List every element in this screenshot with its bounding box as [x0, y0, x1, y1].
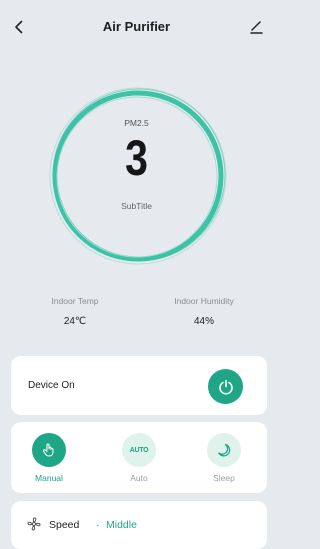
fan-icon — [27, 517, 41, 531]
mode-manual-icon-circle — [32, 433, 66, 467]
mode-sleep-label: Sleep — [213, 473, 235, 483]
device-on-label: Device On — [28, 380, 75, 391]
pencil-icon — [250, 21, 263, 34]
mode-auto-label: Auto — [130, 473, 148, 483]
mode-sleep-button[interactable]: Sleep — [194, 433, 254, 489]
indoor-humidity-value: 44% — [193, 316, 214, 327]
indoor-temp-label: Indoor Temp — [51, 296, 99, 306]
mode-auto-button[interactable]: AUTO Auto — [109, 433, 169, 489]
moon-icon — [218, 443, 231, 457]
mode-selector-card: Manual AUTO Auto Sleep — [11, 422, 267, 493]
pm25-label: PM2.5 — [124, 118, 149, 128]
pm25-value: 3 — [125, 130, 148, 186]
power-button[interactable] — [208, 369, 243, 404]
device-power-card: Device On — [11, 356, 267, 415]
mode-auto-icon-circle: AUTO — [122, 433, 156, 467]
mode-manual-label: Manual — [35, 473, 63, 483]
mode-manual-button[interactable]: Manual — [19, 433, 79, 489]
header-bar: Air Purifier — [0, 0, 273, 56]
mode-sleep-icon-circle — [207, 433, 241, 467]
speed-label: Speed — [49, 519, 80, 531]
page-title: Air Purifier — [102, 19, 171, 34]
edit-button[interactable] — [245, 14, 267, 40]
speed-separator: · — [96, 519, 100, 531]
indoor-humidity-label: Indoor Humidity — [174, 296, 234, 306]
speed-value: Middle — [106, 519, 137, 531]
indoor-temp-value: 24℃ — [63, 316, 87, 327]
hand-pointer-icon — [43, 443, 54, 457]
auto-icon: AUTO — [129, 446, 149, 454]
power-icon — [218, 379, 233, 395]
pm25-subtitle: SubTitle — [121, 201, 152, 211]
speed-card[interactable]: Speed · Middle — [11, 501, 267, 549]
